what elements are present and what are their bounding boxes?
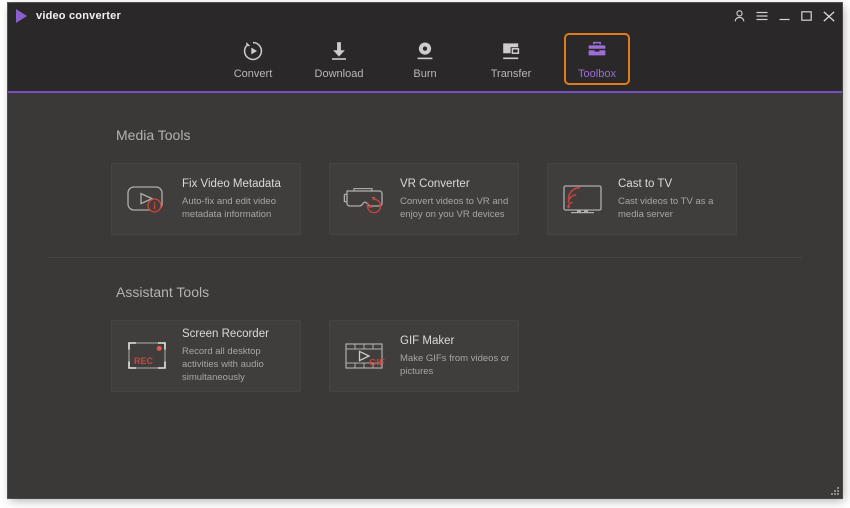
card-vr-converter[interactable]: VR Converter Convert videos to VR and en…: [329, 163, 519, 235]
card-title-screen-recorder: Screen Recorder: [182, 328, 269, 340]
card-text-cast-to-tv: Cast to TV Cast videos to TV as a media …: [614, 178, 736, 221]
vr-converter-icon: [338, 175, 396, 223]
resize-grip[interactable]: [828, 487, 839, 495]
burn-icon: [414, 39, 436, 63]
screen-recorder-icon: REC: [120, 332, 178, 380]
card-text-screen-recorder: Screen Recorder Record all desktop activ…: [178, 328, 300, 384]
card-text-vr-converter: VR Converter Convert videos to VR and en…: [396, 178, 518, 221]
card-title-vr-converter: VR Converter: [400, 177, 470, 190]
gif-maker-badge: GIF: [369, 358, 385, 369]
tab-download-label: Download: [314, 67, 364, 80]
toolbox-content: Media Tools Fix Video Metadata Auto-fix …: [8, 101, 842, 498]
screen-recorder-badge: REC: [134, 356, 154, 366]
play-triangle-logo-icon: [16, 9, 27, 23]
main-navigation: Convert Download Burn Transfer Toolbox: [8, 29, 842, 91]
card-screen-recorder[interactable]: REC Screen Recorder Record all desktop a…: [111, 320, 301, 392]
section-media-tools: Media Tools Fix Video Metadata Auto-fix …: [8, 101, 842, 235]
card-gif-maker[interactable]: GIF GIF Maker Make GIFs from videos or p…: [329, 320, 519, 392]
transfer-icon: [500, 39, 522, 63]
convert-icon: [242, 39, 264, 63]
section-title-assistant-tools: Assistant Tools: [116, 284, 210, 300]
card-fix-video-metadata[interactable]: Fix Video Metadata Auto-fix and edit vid…: [111, 163, 301, 235]
card-title-fix-video-metadata: Fix Video Metadata: [182, 177, 281, 190]
tab-convert[interactable]: Convert: [220, 33, 286, 85]
fix-video-metadata-icon: [120, 175, 178, 223]
window-controls: [734, 3, 835, 29]
maximize-icon[interactable]: [801, 11, 812, 21]
card-text-fix-video-metadata: Fix Video Metadata Auto-fix and edit vid…: [178, 178, 300, 221]
tab-convert-label: Convert: [233, 67, 273, 80]
assistant-tools-card-row: REC Screen Recorder Record all desktop a…: [8, 300, 842, 392]
section-title-media-tools: Media Tools: [116, 127, 191, 143]
card-desc-vr-converter: Convert videos to VR and enjoy on you VR…: [400, 195, 509, 220]
title-bar[interactable]: video converter: [8, 3, 842, 29]
application-window: video converter Convert Download Burn Tr…: [8, 3, 842, 498]
close-icon[interactable]: [823, 10, 835, 22]
card-title-cast-to-tv: Cast to TV: [618, 177, 673, 190]
download-icon: [328, 39, 350, 63]
app-title: video converter: [36, 10, 121, 22]
card-title-gif-maker: GIF Maker: [400, 334, 455, 347]
tab-burn-label: Burn: [413, 67, 437, 80]
cast-to-tv-icon: [556, 175, 614, 223]
tab-transfer[interactable]: Transfer: [478, 33, 544, 85]
card-desc-gif-maker: Make GIFs from videos or pictures: [400, 352, 510, 377]
minimize-icon[interactable]: [779, 11, 790, 21]
tab-burn[interactable]: Burn: [392, 33, 458, 85]
card-desc-screen-recorder: Record all desktop activities with audio…: [182, 346, 264, 383]
section-assistant-tools: Assistant Tools REC Screen Recorder Reco…: [8, 258, 842, 392]
card-desc-fix-video-metadata: Auto-fix and edit video metadata informa…: [182, 195, 277, 220]
card-text-gif-maker: GIF Maker Make GIFs from videos or pictu…: [396, 335, 518, 378]
tab-toolbox[interactable]: Toolbox: [564, 33, 630, 85]
account-icon[interactable]: [734, 10, 745, 22]
media-tools-card-row: Fix Video Metadata Auto-fix and edit vid…: [8, 143, 842, 235]
app-brand: video converter: [8, 9, 121, 23]
gif-maker-icon: GIF: [338, 332, 396, 380]
menu-icon[interactable]: [756, 11, 768, 21]
toolbox-icon: [586, 39, 608, 63]
tab-toolbox-label: Toolbox: [578, 67, 616, 80]
card-desc-cast-to-tv: Cast videos to TV as a media server: [618, 195, 714, 220]
card-cast-to-tv[interactable]: Cast to TV Cast videos to TV as a media …: [547, 163, 737, 235]
tab-transfer-label: Transfer: [490, 67, 532, 80]
tab-download[interactable]: Download: [306, 33, 372, 85]
